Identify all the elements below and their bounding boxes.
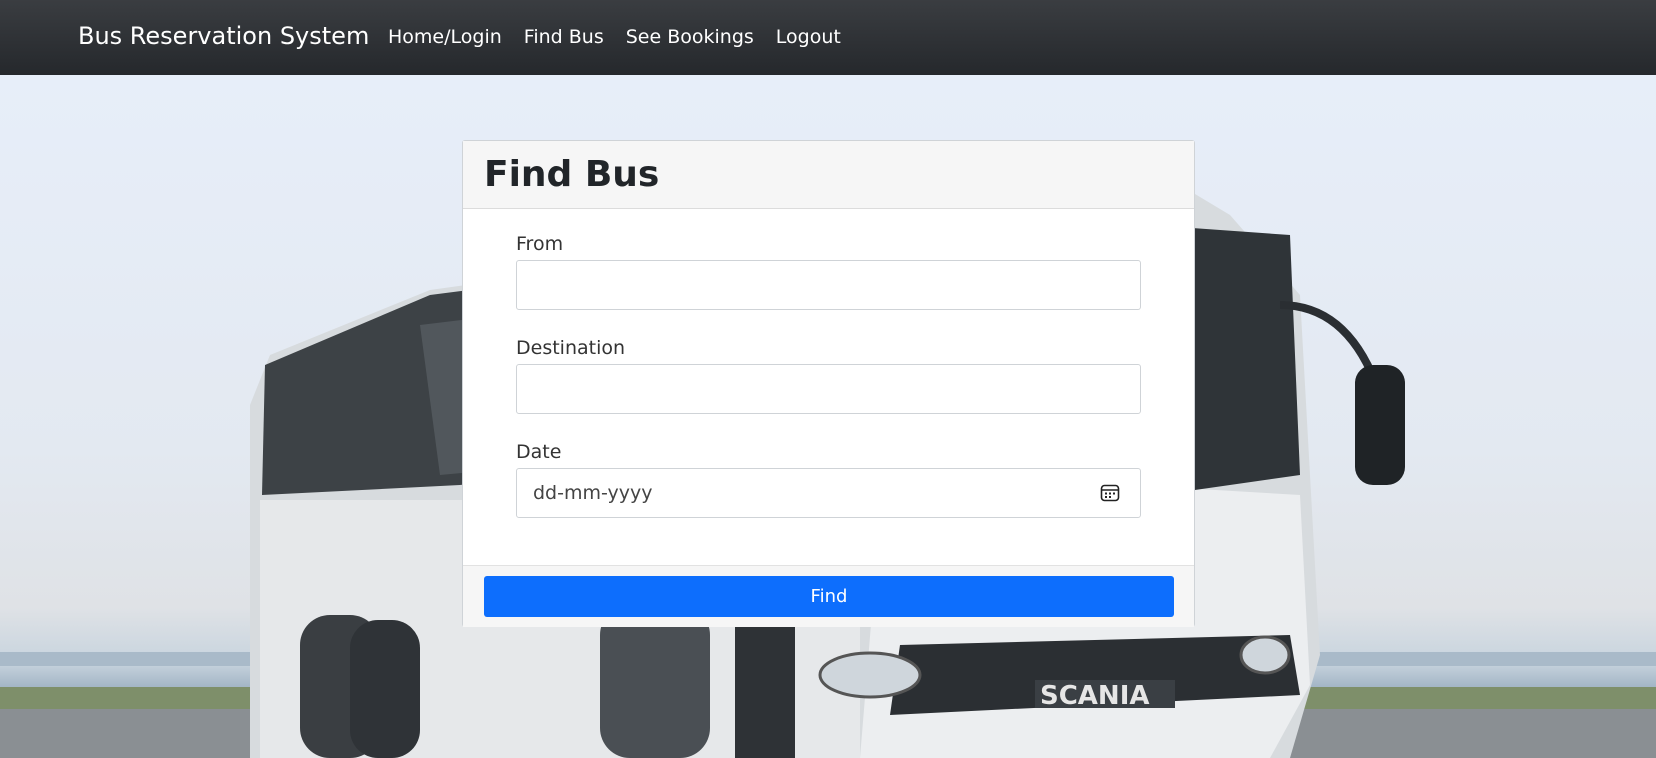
- nav-link-logout[interactable]: Logout: [776, 26, 841, 48]
- date-placeholder: dd-mm-yyyy: [533, 482, 653, 504]
- date-label: Date: [516, 441, 562, 463]
- destination-input[interactable]: [516, 364, 1141, 414]
- find-bus-form: From Destination Date dd-mm-yyyy: [463, 209, 1194, 564]
- find-bus-card: Find Bus From Destination Date dd-mm-yyy…: [462, 140, 1195, 627]
- from-input[interactable]: [516, 260, 1141, 310]
- top-navbar: Bus Reservation System Home/Login Find B…: [0, 0, 1656, 75]
- page-title: Find Bus: [484, 154, 660, 195]
- nav-link-see-bookings[interactable]: See Bookings: [626, 26, 754, 48]
- date-input[interactable]: dd-mm-yyyy: [516, 468, 1141, 518]
- calendar-icon[interactable]: [1100, 483, 1120, 503]
- bus-badge-text: SCANIA: [1040, 681, 1149, 711]
- destination-label: Destination: [516, 337, 626, 359]
- card-footer: Find: [463, 565, 1194, 627]
- nav-links: Home/Login Find Bus See Bookings Logout: [388, 26, 841, 48]
- card-header: Find Bus: [463, 141, 1194, 209]
- nav-link-home-login[interactable]: Home/Login: [388, 26, 502, 48]
- find-button[interactable]: Find: [484, 576, 1174, 617]
- from-label: From: [516, 233, 564, 255]
- brand-link[interactable]: Bus Reservation System: [78, 22, 369, 50]
- nav-link-find-bus[interactable]: Find Bus: [524, 26, 604, 48]
